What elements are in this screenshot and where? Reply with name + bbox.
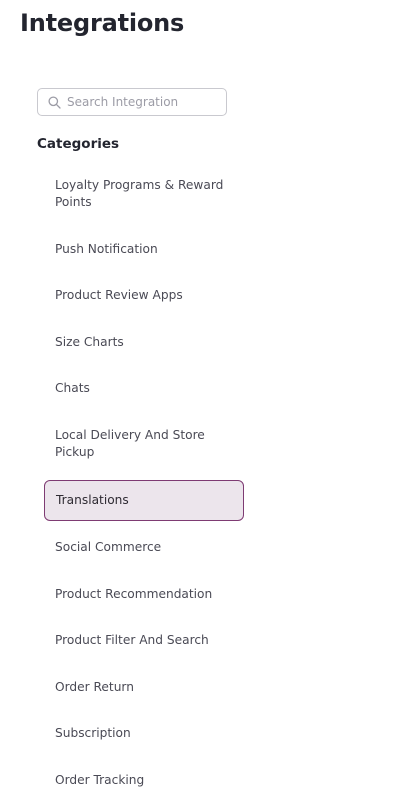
category-item-product-review-apps[interactable]: Product Review Apps (55, 287, 230, 304)
category-item-subscription[interactable]: Subscription (55, 725, 230, 742)
category-item-loyalty-programs[interactable]: Loyalty Programs & Reward Points (55, 177, 230, 211)
category-item-translations[interactable]: Translations (44, 480, 244, 521)
category-item-chats[interactable]: Chats (55, 380, 230, 397)
category-item-local-delivery[interactable]: Local Delivery And Store Pickup (55, 427, 230, 461)
categories-heading: Categories (37, 136, 120, 152)
category-item-product-recommendation[interactable]: Product Recommendation (55, 586, 230, 603)
integrations-page: Integrations Categories Loyalty Programs… (0, 0, 413, 811)
search-input[interactable] (67, 95, 217, 109)
category-item-order-tracking[interactable]: Order Tracking (55, 772, 230, 789)
category-item-size-charts[interactable]: Size Charts (55, 334, 230, 351)
search-box[interactable] (37, 88, 227, 116)
page-title: Integrations (20, 9, 185, 37)
category-item-social-commerce[interactable]: Social Commerce (55, 539, 230, 556)
category-item-product-filter-search[interactable]: Product Filter And Search (55, 632, 230, 649)
category-item-push-notification[interactable]: Push Notification (55, 241, 230, 258)
category-item-order-return[interactable]: Order Return (55, 679, 230, 696)
search-icon (47, 95, 61, 109)
